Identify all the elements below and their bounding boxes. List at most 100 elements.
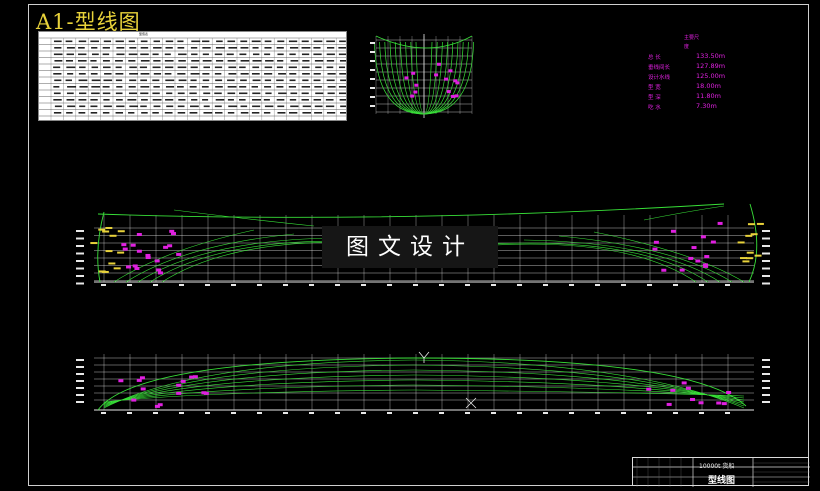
table-cell-value: [227, 99, 234, 101]
table-cell-value: [264, 40, 272, 43]
table-cell-value: [191, 99, 198, 101]
station-label: [231, 284, 236, 286]
waterline-label: [76, 230, 84, 232]
station-label: [205, 412, 210, 414]
table-cell-value: [239, 92, 248, 95]
table-cell-value: [53, 73, 62, 75]
table-cell-value: [90, 60, 97, 62]
waterline-label: [76, 282, 84, 285]
table-cell-value: [165, 66, 174, 69]
waterline-label: [370, 105, 375, 107]
dimension-label: [105, 250, 113, 253]
table-cell-value: [289, 47, 299, 49]
station-label: [361, 284, 366, 286]
table-cell-value: [202, 73, 210, 75]
station-label: [387, 284, 392, 286]
station-label: [647, 412, 652, 414]
table-cell-value: [313, 47, 321, 49]
annotation-mark: [157, 271, 163, 275]
station-label: [127, 412, 132, 414]
table-cell-value: [178, 79, 187, 82]
table-cell-value: [277, 60, 284, 62]
table-cell-value: [103, 66, 111, 69]
table-cell-value: [301, 47, 311, 49]
buttock-line: [113, 229, 255, 283]
table-cell-value: [54, 105, 62, 108]
table-cell-value: [326, 79, 335, 82]
table-cell-value: [165, 86, 175, 88]
table-cell-value: [177, 86, 184, 88]
table-cell-value: [78, 73, 86, 75]
table-cell-value: [66, 47, 75, 49]
waterline-label: [762, 245, 770, 247]
table-cell-value: [190, 66, 198, 69]
table-cell-value: [129, 105, 139, 108]
title-block-drawing-name: 10000t 货船: [699, 463, 735, 470]
table-cell-value: [91, 53, 99, 56]
table-cell-value: [190, 79, 197, 82]
forecastle-line: [173, 209, 315, 227]
table-cell-value: [264, 86, 272, 88]
table-cell-value: [54, 60, 63, 62]
particular-value: 125.00m: [696, 72, 726, 80]
axis-symbol: [418, 351, 430, 363]
station-label: [621, 412, 626, 414]
table-cell-value: [214, 105, 222, 108]
particular-value: 127.89m: [696, 62, 726, 70]
table-cell-value: [53, 53, 63, 56]
station-label: [309, 284, 314, 286]
table-cell-value: [67, 73, 74, 75]
table-cell-value: [326, 47, 335, 49]
table-cell-value: [65, 40, 73, 43]
dimension-label: [98, 228, 106, 231]
dimension-label: [756, 222, 764, 225]
table-cell-value: [152, 92, 160, 95]
buttock-label: [762, 359, 770, 361]
station-label: [517, 284, 522, 286]
table-cell-value: [239, 66, 246, 69]
table-cell-value: [315, 92, 324, 95]
table-cell-value: [314, 105, 323, 108]
table-cell-value: [301, 86, 311, 88]
particular-value: 7.30m: [696, 102, 717, 110]
table-cell-value: [278, 73, 286, 75]
table-cell-value: [228, 105, 238, 108]
table-cell-value: [153, 40, 161, 43]
table-cell-value: [215, 79, 223, 82]
table-cell-value: [102, 112, 110, 114]
dimension-label: [747, 223, 755, 226]
station-label: [595, 412, 600, 414]
table-cell-value: [290, 92, 298, 95]
table-cell-value: [164, 73, 172, 75]
station-curve: [415, 41, 425, 115]
annotation-mark: [156, 268, 162, 272]
table-cell-value: [288, 86, 297, 88]
waterline-label: [76, 267, 84, 270]
waterline-label: [370, 69, 375, 71]
waterline-label: [370, 60, 375, 62]
table-cell-value: [325, 99, 334, 101]
station-label: [725, 284, 730, 286]
table-cell-value: [216, 40, 223, 43]
table-cell-value: [78, 99, 87, 101]
buttock-label: [76, 359, 84, 361]
annotation-mark: [154, 404, 160, 408]
station-label: [569, 412, 574, 414]
waterline-label: [762, 275, 770, 277]
table-cell-value: [264, 53, 271, 56]
table-cell-value: [164, 112, 173, 114]
station-label: [595, 284, 600, 286]
table-cell-value: [128, 92, 138, 95]
table-cell-value: [313, 53, 322, 56]
station-label: [673, 284, 678, 286]
table-cell-value: [252, 53, 260, 56]
station-curve: [394, 41, 425, 115]
annotation-mark: [700, 235, 706, 239]
table-cell-value: [327, 92, 335, 95]
table-cell-value: [115, 60, 123, 62]
table-cell-value: [313, 79, 321, 82]
station-label: [491, 284, 496, 286]
table-cell-value: [276, 79, 284, 82]
annotation-mark: [717, 221, 723, 225]
annotation-mark: [698, 401, 704, 405]
